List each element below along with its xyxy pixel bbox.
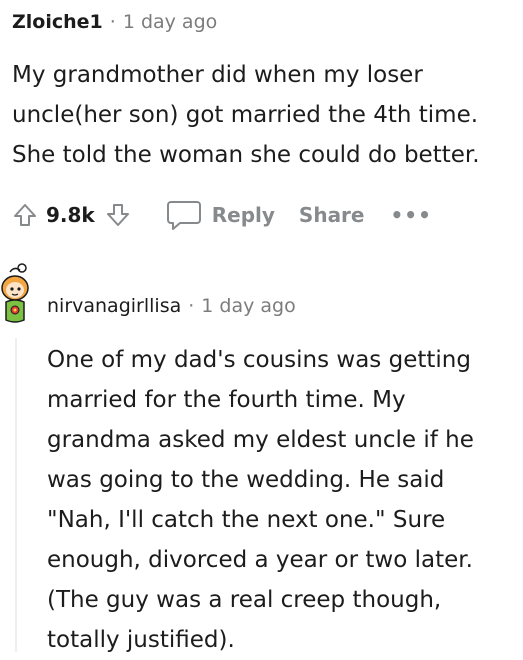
vote-count: 9.8k [46,203,95,227]
thread-line[interactable] [15,338,17,652]
comment-body-line: uncle(her son) got married the 4th time. [12,102,479,128]
upvote-icon[interactable] [12,202,38,228]
comment-body-line: One of my dad's cousins was getting [47,347,471,373]
reply-label: Reply [211,203,275,227]
comment-zloiche1: Zloiche1 · 1 day ago My grandmother did … [12,0,517,230]
meta-separator: · [188,295,195,317]
snoo-avatar-icon [0,263,34,338]
comment-body-line: totally justified). [47,627,235,653]
comment-body-line: grandma asked my eldest uncle if he [47,427,474,453]
comment-body-line: She told the woman she could do better. [12,142,480,168]
more-options-button[interactable]: ••• [391,203,432,227]
comment-body-line: married for the fourth time. My [47,387,406,413]
comment-body-line: (The guy was a real creep though, [47,587,442,613]
comment-body: My grandmother did when my loser uncle(h… [12,55,512,175]
comment-body-line: My grandmother did when my loser [12,62,423,88]
comment-bubble-icon [166,199,202,231]
comment-timestamp[interactable]: 1 day ago [123,11,217,33]
comment-actions: 9.8k Reply Share ••• [12,195,432,235]
comment-body-line: was going to the wedding. He said [47,467,445,493]
comment-body: One of my dad's cousins was getting marr… [47,340,517,660]
reply-button[interactable]: Reply [166,199,275,231]
comment-author[interactable]: Zloiche1 [12,11,103,33]
comment-timestamp[interactable]: 1 day ago [201,295,295,317]
comment-meta: Zloiche1 · 1 day ago [12,0,517,44]
comment-nirvanagirllisa: nirvanagirllisa · 1 day ago One of my da… [47,284,517,660]
meta-separator: · [109,11,116,33]
comment-body-line: "Nah, I'll catch the next one." Sure [47,507,446,533]
share-button[interactable]: Share [299,203,365,227]
comment-body-line: enough, divorced a year or two later. [47,547,473,573]
user-avatar[interactable] [0,262,34,334]
comment-meta: nirvanagirllisa · 1 day ago [47,284,517,328]
comment-author[interactable]: nirvanagirllisa [47,295,181,317]
downvote-icon[interactable] [105,202,131,228]
